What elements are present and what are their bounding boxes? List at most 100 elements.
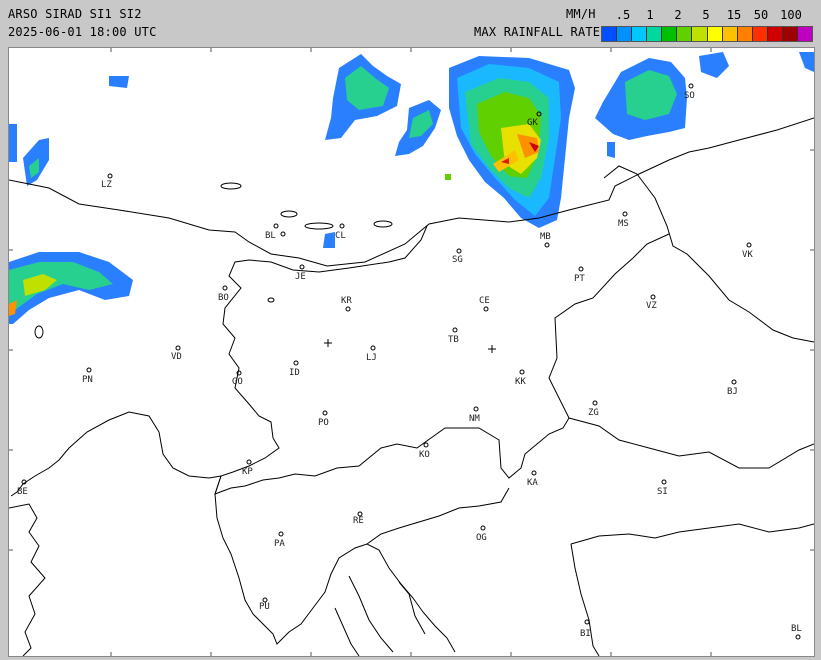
city-label: PT [574,274,585,284]
city-kr[interactable]: KR [341,296,352,312]
legend-swatch [752,27,768,41]
legend-ticks: .5 1 2 5 15 50 100 [601,8,813,22]
city-bl[interactable]: BL [265,223,279,241]
city-kk[interactable]: KK [515,369,526,387]
city-pn[interactable]: PN [82,367,93,385]
timestamp: 2025-06-01 18:00 UTC [8,25,157,39]
city-vd[interactable]: VD [171,345,182,362]
city-mb[interactable]: MB [540,232,551,248]
city-pt[interactable]: PT [574,266,585,284]
legend-swatch [632,27,648,41]
city-id[interactable]: ID [289,360,300,378]
city-label: PU [259,602,270,612]
borders [9,117,814,656]
city-label: KR [341,296,352,306]
city-label: KP [242,467,253,477]
city-sg[interactable]: SG [452,248,463,265]
city-label: BL [791,624,802,634]
city-label: BL [265,231,276,241]
city-nm[interactable]: NM [469,406,480,424]
city-label: VK [742,250,753,260]
city-label: RE [353,516,364,526]
radar-map[interactable]: LZ BL CL GK MB MS SO VK SG PT JE BO KR C… [8,47,815,657]
legend-swatch [707,27,723,41]
city-label: GK [527,118,538,128]
legend-tick: 1 [646,8,654,22]
city-label: ZG [588,408,599,418]
city-label: NM [469,414,480,424]
city-vz[interactable]: VZ [646,294,657,311]
city-label: OG [476,533,487,543]
city-ce[interactable]: CE [479,296,490,312]
city-si[interactable]: SI [657,479,668,497]
city-markers: LZ BL CL GK MB MS SO VK SG PT JE BO KR C… [17,83,802,640]
city-po[interactable]: PO [318,410,329,428]
city-label: BJ [727,387,738,397]
legend-title: MAX RAINFALL RATE [474,25,601,39]
city-be[interactable]: BE [17,479,28,497]
city-label: VD [171,352,182,362]
city-label: BI [580,629,591,639]
city-label: SO [684,91,695,101]
city-label: LJ [366,353,377,363]
legend-tick: .5 [615,8,631,22]
city-bo[interactable]: BO [218,285,229,303]
radar-window: ARSO SIRAD SI1 SI2 2025-06-01 18:00 UTC … [0,0,821,660]
city-zg[interactable]: ZG [588,400,599,418]
city-bl-south[interactable]: BL [791,624,802,640]
map-svg: LZ BL CL GK MB MS SO VK SG PT JE BO KR C… [9,48,814,656]
city-label: KK [515,377,526,387]
legend-swatch [647,27,663,41]
legend-tick: 100 [780,8,802,22]
city-label: BE [17,487,28,497]
city-label: MS [618,219,629,229]
city-label: PN [82,375,93,385]
city-label: MB [540,232,551,242]
city-vk[interactable]: VK [742,242,753,260]
legend-tick: 15 [726,8,742,22]
legend-swatch [798,27,813,41]
legend-swatch [617,27,633,41]
city-pu[interactable]: PU [259,597,270,612]
legend-swatch [662,27,678,41]
radar-site-markers [324,339,496,353]
city-label: JE [295,272,306,282]
legend-tick: 50 [753,8,769,22]
header-bar: ARSO SIRAD SI1 SI2 2025-06-01 18:00 UTC … [0,0,821,46]
city-label: CL [335,231,346,241]
city-bj[interactable]: BJ [727,379,738,397]
city-pa[interactable]: PA [274,531,285,549]
city-ka[interactable]: KA [527,470,538,488]
city-tb[interactable]: TB [448,327,459,345]
city-label: BO [218,293,229,303]
city-lz[interactable]: LZ [101,173,113,190]
city-ms[interactable]: MS [618,211,629,229]
city-bi[interactable]: BI [580,619,591,639]
city-label: SI [657,487,668,497]
product-title: ARSO SIRAD SI1 SI2 [8,7,142,21]
city-kp[interactable]: KP [242,459,253,477]
legend-swatch [677,27,693,41]
city-label: VZ [646,301,657,311]
city-go[interactable]: GO [232,370,243,387]
city-label: PO [318,418,329,428]
city-cl[interactable]: CL [335,223,346,241]
legend-swatch [692,27,708,41]
city-re[interactable]: RE [353,511,364,526]
legend-swatch [767,27,783,41]
city-label: KO [419,450,430,460]
city-label: KA [527,478,538,488]
legend-swatch [722,27,738,41]
city-label: GO [232,377,243,387]
city-label: ID [289,368,300,378]
legend-swatch [782,27,799,41]
city-je[interactable]: JE [295,264,306,282]
city-og[interactable]: OG [476,525,487,543]
legend-tick: 5 [702,8,710,22]
city-label: SG [452,255,463,265]
legend-swatch [602,27,618,41]
unit-label: MM/H [566,7,596,21]
city-label: LZ [101,180,112,190]
city-label: CE [479,296,490,306]
city-lj[interactable]: LJ [366,345,377,363]
